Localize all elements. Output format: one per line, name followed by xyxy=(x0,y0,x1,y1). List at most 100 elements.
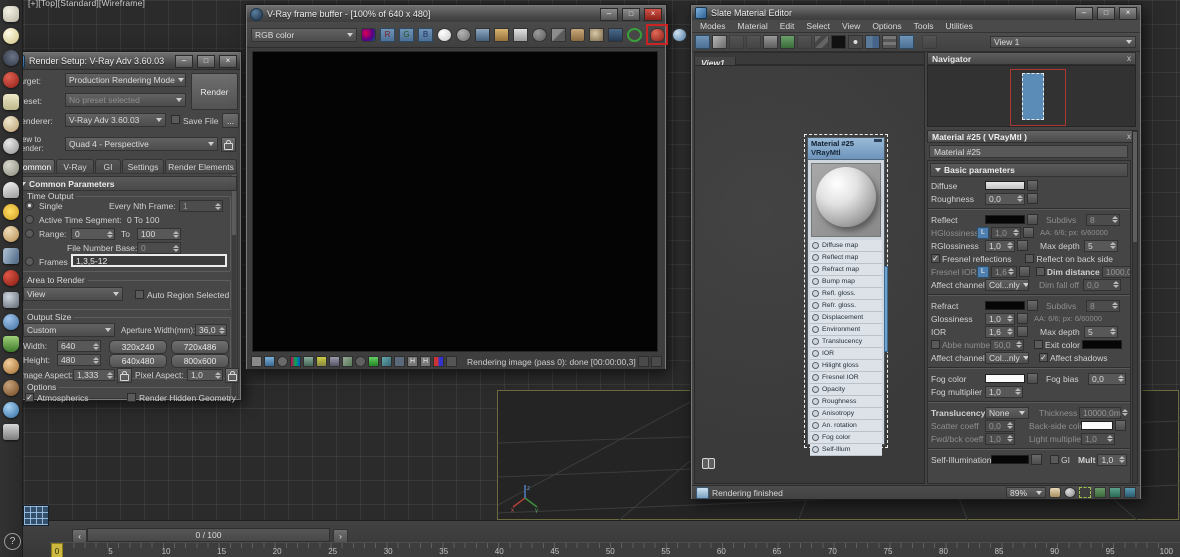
glossiness-spinner[interactable]: 1,0 xyxy=(985,313,1015,325)
range-radio[interactable] xyxy=(25,229,34,238)
red-channel-button[interactable]: R xyxy=(380,28,395,42)
reflect-affect-channels-dropdown[interactable]: Col...nly xyxy=(985,279,1029,291)
vfb-tool-icon[interactable] xyxy=(316,356,327,367)
fresnel-ior-spinner[interactable]: 1,6 xyxy=(991,266,1017,278)
reflect-color-swatch[interactable] xyxy=(985,215,1025,224)
preset-800x600-button[interactable]: 800x600 xyxy=(171,354,229,368)
vfb-tool-icon[interactable] xyxy=(303,356,314,367)
vfb-tool-icon[interactable] xyxy=(355,356,366,367)
current-frame-field[interactable]: 0 / 100 xyxy=(87,528,330,542)
fog-mult-spinner[interactable]: 1,0 xyxy=(985,386,1023,398)
pick-view-icon[interactable] xyxy=(922,35,937,49)
menu-item[interactable]: Modes xyxy=(700,21,726,31)
roughness-map-button[interactable] xyxy=(1027,193,1038,204)
load-image-button[interactable] xyxy=(494,28,509,42)
node-slot[interactable]: Opacity xyxy=(810,384,882,396)
zoom-extents-selected-icon[interactable] xyxy=(1109,487,1121,498)
help-icon[interactable]: ? xyxy=(4,533,21,550)
minimize-button[interactable] xyxy=(1075,7,1093,20)
glossiness-map-button[interactable] xyxy=(1017,313,1028,324)
pick-material-icon[interactable] xyxy=(712,35,727,49)
vfb-tool-icon[interactable] xyxy=(264,356,275,367)
render-button[interactable]: Render xyxy=(191,73,238,110)
put-to-library-icon[interactable] xyxy=(729,35,744,49)
select-tool-icon[interactable] xyxy=(695,35,710,49)
minimize-button[interactable] xyxy=(175,55,193,68)
fresnel-ior-lock-button[interactable]: L xyxy=(977,266,989,278)
tool-icon[interactable] xyxy=(3,424,19,440)
plane-icon[interactable] xyxy=(3,94,19,110)
affect-shadows-checkbox[interactable] xyxy=(1039,353,1048,362)
zoom-percent-dropdown[interactable]: 89% xyxy=(1006,487,1046,498)
auto-region-checkbox[interactable] xyxy=(135,290,144,299)
layout-all-icon[interactable] xyxy=(865,35,880,49)
rglossiness-map-button[interactable] xyxy=(1017,240,1028,251)
slot-connector-icon[interactable] xyxy=(812,422,819,429)
tab-render-elements[interactable]: Render Elements xyxy=(165,159,237,173)
maximize-button[interactable] xyxy=(1097,7,1115,20)
slot-connector-icon[interactable] xyxy=(812,290,819,297)
image-aspect-lock-button[interactable] xyxy=(117,368,132,383)
hglossiness-lock-button[interactable]: L xyxy=(977,227,989,239)
rig-icon[interactable] xyxy=(3,292,19,308)
node-slot[interactable]: Fog color xyxy=(810,432,882,444)
node-slot[interactable]: IOR xyxy=(810,348,882,360)
hide-unused-slots-icon[interactable] xyxy=(797,35,812,49)
earth-icon[interactable] xyxy=(3,402,19,418)
diffuse-map-button[interactable] xyxy=(1027,180,1038,191)
width-spinner[interactable]: 640 xyxy=(57,340,101,352)
channel-dropdown[interactable]: RGB color xyxy=(251,28,357,42)
image-aspect-spinner[interactable]: 1,333 xyxy=(73,369,115,381)
fog-bias-spinner[interactable]: 0,0 xyxy=(1088,373,1126,385)
ior-spinner[interactable]: 1,6 xyxy=(985,326,1015,338)
viewport-label[interactable]: [+][Top][Standard][Wireframe] xyxy=(28,0,145,8)
zoom-icon[interactable] xyxy=(1064,487,1076,498)
node-slot[interactable]: Roughness xyxy=(810,396,882,408)
slot-connector-icon[interactable] xyxy=(812,386,819,393)
menu-item[interactable]: Tools xyxy=(914,21,934,31)
params-scrollbar-thumb[interactable] xyxy=(1133,132,1137,242)
glasses-icon[interactable] xyxy=(3,72,19,88)
fog-color-swatch[interactable] xyxy=(985,374,1025,383)
rain-icon[interactable] xyxy=(3,248,19,264)
roughness-spinner[interactable]: 0,0 xyxy=(985,193,1025,205)
zoom-extents-icon[interactable] xyxy=(1094,487,1106,498)
slot-connector-icon[interactable] xyxy=(812,278,819,285)
node-slot[interactable]: Environment xyxy=(810,324,882,336)
backside-color-swatch[interactable] xyxy=(1081,421,1113,430)
node-collapse-icon[interactable] xyxy=(874,139,882,142)
grass-icon[interactable] xyxy=(3,336,19,352)
fog-color-map-button[interactable] xyxy=(1027,373,1038,384)
material-id-icon[interactable] xyxy=(848,35,863,49)
gray-sphere-icon[interactable] xyxy=(3,138,19,154)
scatter-spinner[interactable]: 0,0 xyxy=(985,420,1015,432)
frames-radio[interactable] xyxy=(25,257,34,266)
node-slot[interactable]: Reflect map xyxy=(810,252,882,264)
browse-button[interactable]: ... xyxy=(222,113,239,128)
node-slot[interactable]: Anisotropy xyxy=(810,408,882,420)
hand-icon[interactable] xyxy=(3,358,19,374)
copy-to-clipboard-button[interactable] xyxy=(513,28,528,42)
node-header[interactable]: Material #25 VRayMtl xyxy=(808,138,884,160)
params-close-icon[interactable]: x xyxy=(1127,132,1131,141)
node-scrollbar[interactable] xyxy=(884,266,888,352)
slot-connector-icon[interactable] xyxy=(812,434,819,441)
fresnel-ior-map-button[interactable] xyxy=(1019,266,1030,277)
slot-connector-icon[interactable] xyxy=(812,326,819,333)
menu-item[interactable]: Utilities xyxy=(945,21,972,31)
refract-color-swatch[interactable] xyxy=(985,301,1025,310)
teapot-icon[interactable] xyxy=(3,6,19,22)
cone-icon[interactable] xyxy=(3,182,19,198)
slot-connector-icon[interactable] xyxy=(812,446,819,453)
active-time-segment-radio[interactable] xyxy=(25,215,34,224)
vfb-histogram-icon[interactable]: H xyxy=(407,356,418,367)
node-slot[interactable]: Translucency xyxy=(810,336,882,348)
slot-connector-icon[interactable] xyxy=(812,242,819,249)
dim-falloff-spinner[interactable]: 0,0 xyxy=(1083,279,1121,291)
basic-parameters-rollout[interactable]: Basic parameters xyxy=(930,163,1128,177)
preset-720x486-button[interactable]: 720x486 xyxy=(171,340,229,354)
node-slot[interactable]: Refract map xyxy=(810,264,882,276)
preset-dropdown[interactable]: No preset selected xyxy=(65,93,186,107)
vfb-tool-icon[interactable] xyxy=(251,356,262,367)
node-slot[interactable]: Displacement xyxy=(810,312,882,324)
